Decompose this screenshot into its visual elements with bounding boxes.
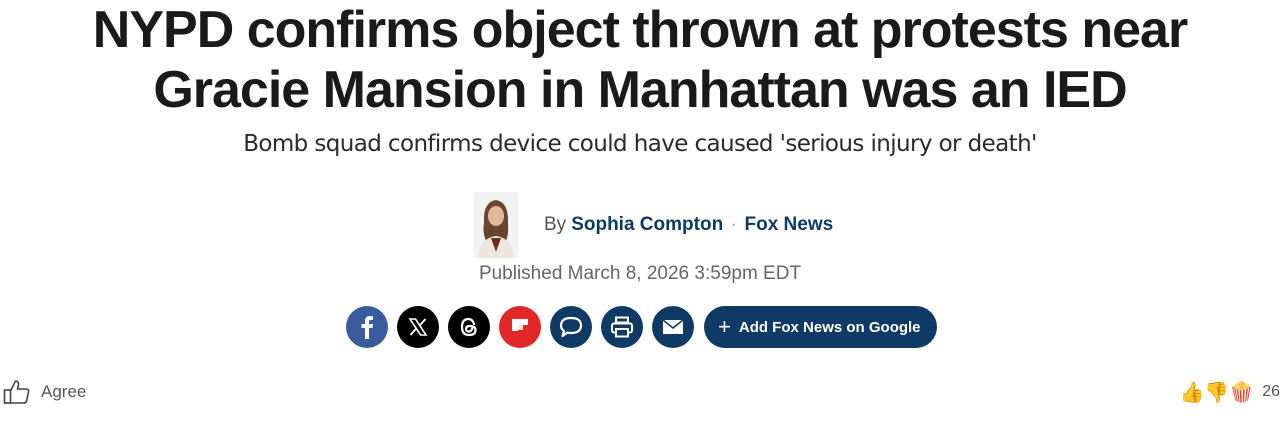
- facebook-share-button[interactable]: [346, 306, 388, 348]
- print-icon: [611, 316, 633, 338]
- email-share-button[interactable]: [652, 306, 694, 348]
- email-icon: [662, 319, 684, 334]
- x-icon: [408, 318, 428, 336]
- reactions-summary[interactable]: 👍👎🍿 26: [1179, 380, 1280, 404]
- article-subheadline: Bomb squad confirms device could have ca…: [243, 131, 1037, 157]
- threads-share-button[interactable]: [448, 306, 490, 348]
- reaction-count: 26: [1262, 383, 1280, 400]
- thumbs-up-icon: [3, 380, 30, 404]
- published-date: Published March 8, 2026 3:59pm EDT: [478, 263, 802, 284]
- print-button[interactable]: [601, 306, 643, 348]
- flipboard-share-button[interactable]: [499, 306, 541, 348]
- article-headline: NYPD confirms object thrown at protests …: [92, 1, 1188, 119]
- share-bar: + Add Fox News on Google: [346, 305, 937, 349]
- agree-button[interactable]: Agree: [3, 379, 86, 405]
- facebook-icon: [361, 316, 373, 339]
- comment-icon: [559, 316, 583, 338]
- google-button-label: Add Fox News on Google: [738, 318, 921, 336]
- author-link[interactable]: Sophia Compton: [571, 214, 723, 236]
- byline: By Sophia Compton · Fox News: [474, 191, 833, 259]
- byline-separator: ·: [731, 216, 737, 233]
- add-fox-news-on-google-button[interactable]: + Add Fox News on Google: [704, 306, 937, 348]
- outlet-link[interactable]: Fox News: [745, 214, 834, 236]
- flipboard-icon: [512, 319, 528, 331]
- threads-icon: [460, 317, 477, 337]
- x-share-button[interactable]: [397, 306, 439, 348]
- comments-button[interactable]: [550, 306, 592, 348]
- author-avatar[interactable]: [474, 192, 518, 258]
- reaction-emojis: 👍👎🍿: [1179, 380, 1255, 404]
- agree-label: Agree: [41, 382, 87, 401]
- by-label: By: [544, 214, 567, 235]
- plus-icon: +: [718, 314, 731, 339]
